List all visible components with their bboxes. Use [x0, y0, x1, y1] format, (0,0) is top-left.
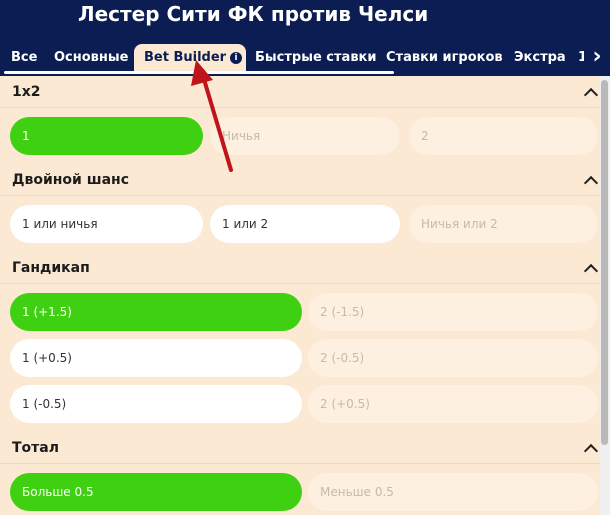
annotation-arrow-icon	[191, 60, 233, 172]
